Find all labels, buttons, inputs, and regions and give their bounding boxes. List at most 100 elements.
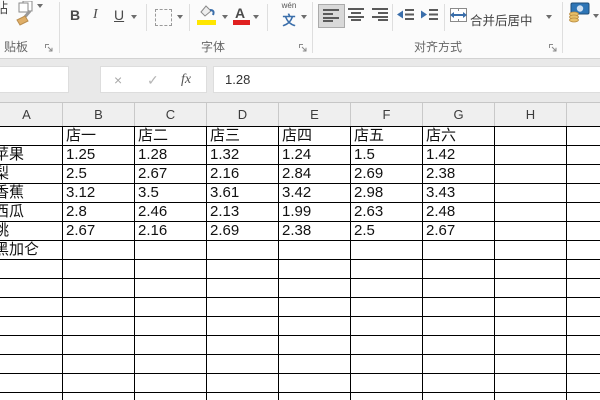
cell[interactable] xyxy=(495,260,567,279)
cell[interactable]: 2.5 xyxy=(351,222,423,241)
column-header-H[interactable]: H xyxy=(495,103,567,126)
cell[interactable] xyxy=(207,241,279,260)
cell[interactable] xyxy=(0,336,63,355)
cancel-icon[interactable]: × xyxy=(114,72,122,88)
cell[interactable] xyxy=(207,393,279,400)
column-header-D[interactable]: D xyxy=(207,103,279,126)
phonetic-guide-button[interactable]: wén 文 xyxy=(278,1,300,29)
cell[interactable] xyxy=(423,279,495,298)
cell[interactable]: 2.63 xyxy=(351,203,423,222)
cell[interactable]: 2.16 xyxy=(135,222,207,241)
cell[interactable] xyxy=(567,298,600,317)
cell[interactable] xyxy=(495,165,567,184)
cell[interactable] xyxy=(0,298,63,317)
cell[interactable] xyxy=(207,374,279,393)
cell[interactable] xyxy=(63,317,135,336)
cell[interactable] xyxy=(423,298,495,317)
cell[interactable]: 3.43 xyxy=(423,184,495,203)
cell[interactable]: 2.38 xyxy=(279,222,351,241)
cell[interactable] xyxy=(207,336,279,355)
copy-dropdown-icon[interactable] xyxy=(37,4,43,8)
cell[interactable]: 香蕉 xyxy=(0,184,63,203)
cell[interactable]: 店二 xyxy=(135,127,207,146)
cell[interactable]: 2.69 xyxy=(351,165,423,184)
clipboard-dialog-launcher-icon[interactable] xyxy=(44,40,54,52)
cell[interactable] xyxy=(495,203,567,222)
cell[interactable]: 2.48 xyxy=(423,203,495,222)
cell[interactable] xyxy=(567,184,600,203)
cell[interactable] xyxy=(135,241,207,260)
cell[interactable] xyxy=(207,298,279,317)
italic-button[interactable]: I xyxy=(93,7,98,23)
cell[interactable] xyxy=(0,260,63,279)
cell[interactable] xyxy=(495,241,567,260)
cell[interactable]: 2.8 xyxy=(63,203,135,222)
phonetic-dropdown-icon[interactable] xyxy=(301,15,307,19)
column-header-B[interactable]: B xyxy=(63,103,135,126)
cell[interactable]: 1.99 xyxy=(279,203,351,222)
fill-color-swatch[interactable] xyxy=(197,20,216,25)
name-box[interactable] xyxy=(0,66,69,93)
cell[interactable] xyxy=(351,241,423,260)
cell[interactable] xyxy=(0,127,63,146)
cell[interactable] xyxy=(423,260,495,279)
cell[interactable] xyxy=(567,127,600,146)
cell[interactable] xyxy=(423,336,495,355)
cell[interactable] xyxy=(351,393,423,400)
cell[interactable]: 苹果 xyxy=(0,146,63,165)
cell[interactable] xyxy=(567,260,600,279)
cell[interactable]: 3.5 xyxy=(135,184,207,203)
column-header-G[interactable]: G xyxy=(423,103,495,126)
cell[interactable] xyxy=(567,279,600,298)
cell[interactable]: 2.69 xyxy=(207,222,279,241)
cell[interactable]: 黑加仑 xyxy=(0,241,63,260)
align-right-icon[interactable] xyxy=(372,8,389,26)
cell[interactable] xyxy=(279,317,351,336)
cell[interactable]: 1.28 xyxy=(135,146,207,165)
align-center-icon[interactable] xyxy=(348,8,365,26)
cell[interactable] xyxy=(207,279,279,298)
increase-indent-icon[interactable] xyxy=(421,8,439,26)
cell[interactable] xyxy=(495,355,567,374)
cell[interactable] xyxy=(135,298,207,317)
font-dialog-launcher-icon[interactable] xyxy=(298,40,308,52)
merge-center-button[interactable]: 合并后居中 xyxy=(470,10,533,29)
cell[interactable]: 3.42 xyxy=(279,184,351,203)
cell[interactable] xyxy=(495,393,567,400)
borders-icon[interactable] xyxy=(155,9,172,26)
cell[interactable] xyxy=(0,374,63,393)
cell[interactable] xyxy=(0,279,63,298)
font-color-button[interactable]: A xyxy=(235,5,245,21)
column-header-A[interactable]: A xyxy=(0,103,63,126)
alignment-dialog-launcher-icon[interactable] xyxy=(548,40,558,52)
formula-input[interactable]: 1.28 xyxy=(213,66,600,93)
cell[interactable] xyxy=(135,374,207,393)
fill-color-dropdown-icon[interactable] xyxy=(222,15,228,19)
cell[interactable]: 1.32 xyxy=(207,146,279,165)
cell[interactable] xyxy=(351,374,423,393)
cell[interactable] xyxy=(351,317,423,336)
cell[interactable] xyxy=(495,298,567,317)
cell[interactable] xyxy=(135,393,207,400)
cell[interactable] xyxy=(351,355,423,374)
cell[interactable] xyxy=(135,355,207,374)
cell[interactable] xyxy=(279,355,351,374)
cell[interactable]: 2.5 xyxy=(63,165,135,184)
enter-icon[interactable]: ✓ xyxy=(147,72,159,89)
cell[interactable]: 店一 xyxy=(63,127,135,146)
cell[interactable] xyxy=(135,260,207,279)
cell[interactable]: 1.5 xyxy=(351,146,423,165)
cell[interactable]: 2.67 xyxy=(423,222,495,241)
cell[interactable]: 2.98 xyxy=(351,184,423,203)
cell[interactable] xyxy=(423,317,495,336)
cell[interactable]: 1.42 xyxy=(423,146,495,165)
column-header-C[interactable]: C xyxy=(135,103,207,126)
merge-center-dropdown-icon[interactable] xyxy=(546,15,552,19)
underline-button[interactable]: U xyxy=(114,7,124,23)
cell[interactable] xyxy=(567,336,600,355)
cell[interactable] xyxy=(495,317,567,336)
cell[interactable] xyxy=(423,241,495,260)
cell[interactable] xyxy=(279,279,351,298)
cell[interactable] xyxy=(567,355,600,374)
cell[interactable] xyxy=(63,241,135,260)
